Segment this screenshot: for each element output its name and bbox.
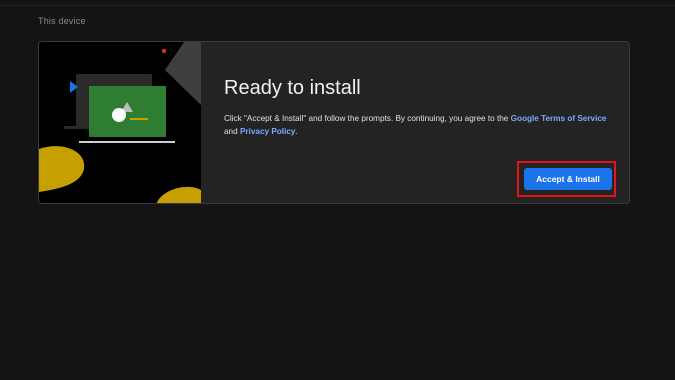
card-description: Click "Accept & Install" and follow the …	[224, 112, 619, 138]
description-middle: and	[224, 127, 240, 136]
section-label: This device	[38, 16, 86, 26]
privacy-policy-link[interactable]: Privacy Policy	[240, 127, 296, 136]
card-title: Ready to install	[224, 77, 361, 99]
description-prefix: Click "Accept & Install" and follow the …	[224, 114, 511, 123]
accept-install-button[interactable]: Accept & Install	[524, 168, 612, 190]
install-card: Ready to install Click "Accept & Install…	[38, 41, 630, 204]
top-divider	[0, 5, 675, 6]
description-suffix: .	[295, 127, 298, 136]
laptop-illustration-icon	[39, 42, 201, 203]
terms-of-service-link[interactable]: Google Terms of Service	[511, 114, 607, 123]
